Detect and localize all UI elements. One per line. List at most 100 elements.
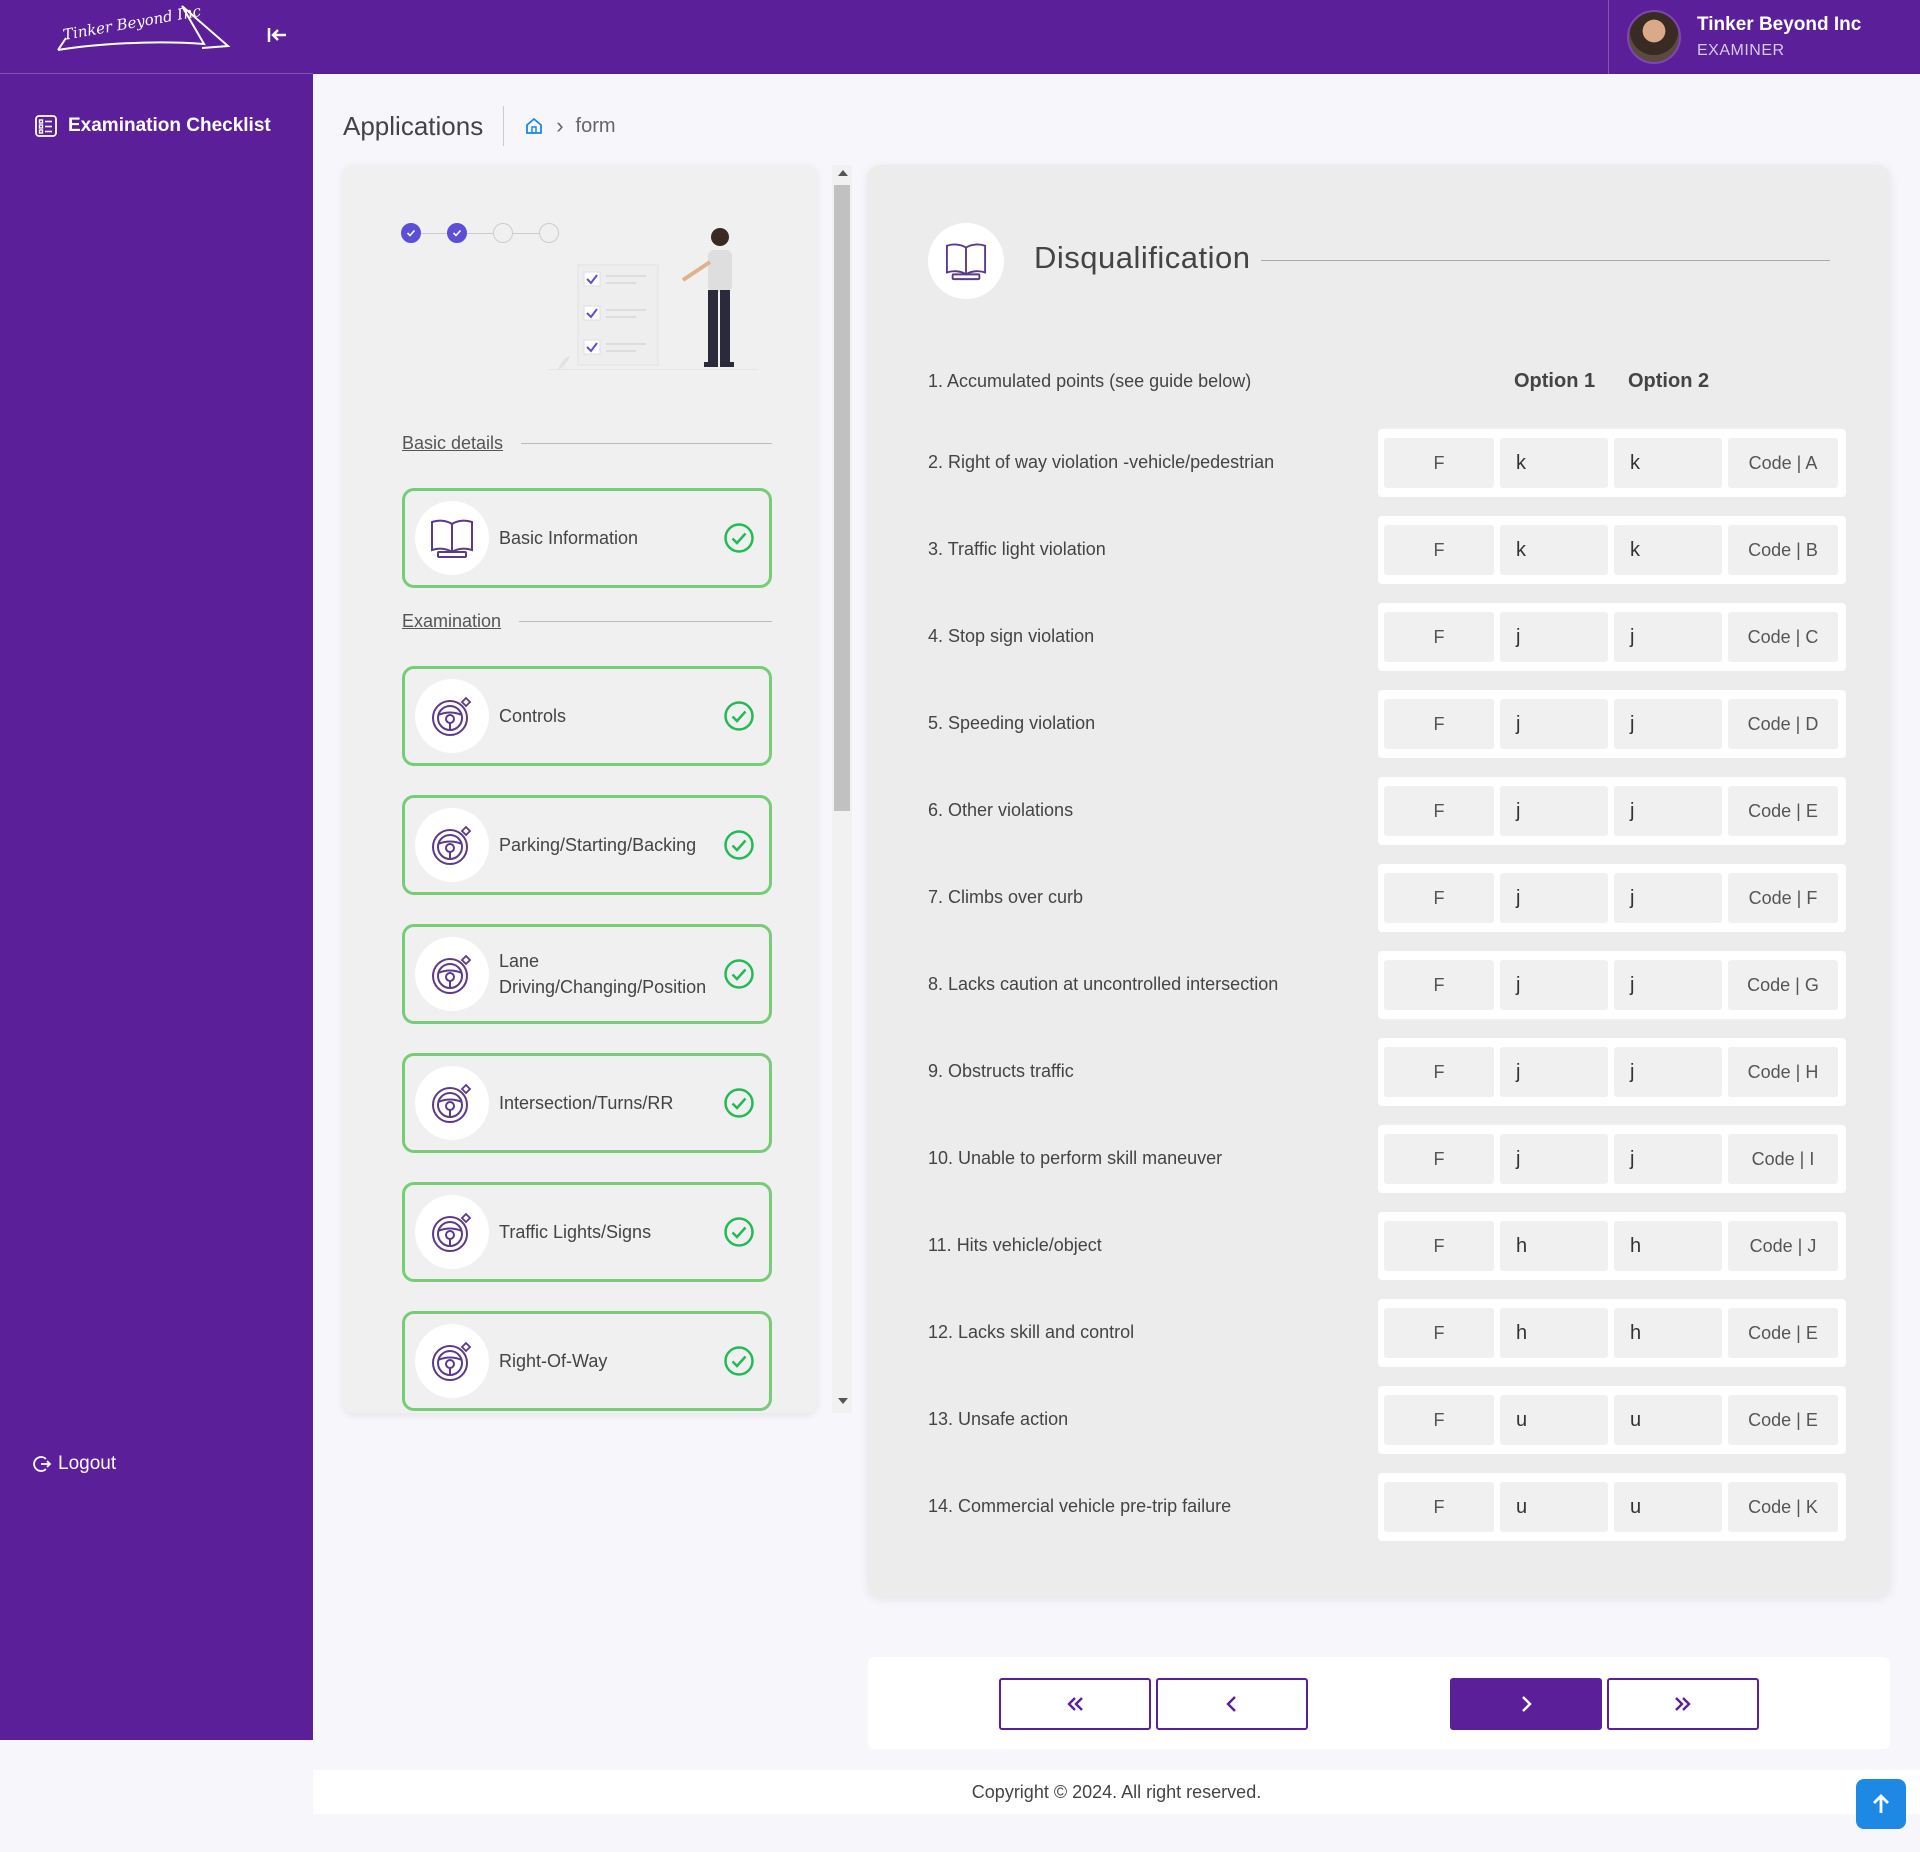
step-icon-wrap: [415, 1195, 489, 1269]
scroll-to-top-button[interactable]: [1856, 1779, 1906, 1829]
violation-code: Code | K: [1728, 1482, 1838, 1532]
logout-icon: [33, 1456, 52, 1472]
sidebar-header: Tinker Beyond Inc: [0, 0, 313, 74]
sidebar-item-examination-checklist[interactable]: Examination Checklist: [34, 114, 271, 138]
section-examination: Examination: [402, 611, 772, 632]
fail-mark-cell[interactable]: F: [1384, 960, 1494, 1010]
step-icon-wrap: [415, 1066, 489, 1140]
step-intersection-turns-rr[interactable]: Intersection/Turns/RR: [402, 1053, 772, 1153]
option-1-input[interactable]: u: [1500, 1482, 1608, 1532]
step-icon-wrap: [415, 808, 489, 882]
option-2-input[interactable]: u: [1614, 1482, 1722, 1532]
step-label: Intersection/Turns/RR: [499, 1093, 674, 1113]
option-2-input[interactable]: j: [1614, 1134, 1722, 1184]
previous-page-button[interactable]: [1156, 1678, 1308, 1730]
brand-logo[interactable]: Tinker Beyond Inc: [54, 0, 234, 60]
collapse-left-icon: [267, 28, 286, 42]
violation-label: 2. Right of way violation -vehicle/pedes…: [928, 452, 1275, 472]
form-title: Disqualification: [1034, 240, 1251, 275]
option-1-input[interactable]: j: [1500, 699, 1608, 749]
home-icon[interactable]: [524, 116, 544, 136]
avatar: [1627, 10, 1681, 64]
scroll-down-arrow-icon[interactable]: [838, 1398, 848, 1404]
user-menu[interactable]: Tinker Beyond Inc EXAMINER: [1608, 0, 1920, 74]
breadcrumb: Applications › form: [343, 106, 616, 146]
step-label: Right-Of-Way: [499, 1351, 608, 1371]
step-parking-starting-backing[interactable]: Parking/Starting/Backing: [402, 795, 772, 895]
fail-mark-cell[interactable]: F: [1384, 438, 1494, 488]
option-2-input[interactable]: j: [1614, 786, 1722, 836]
option-2-input[interactable]: h: [1614, 1308, 1722, 1358]
option-1-input[interactable]: j: [1500, 873, 1608, 923]
fail-mark-cell[interactable]: F: [1384, 612, 1494, 662]
last-page-button[interactable]: [1607, 1678, 1759, 1730]
scrollbar-thumb[interactable]: [834, 185, 850, 811]
step-traffic-lights-signs[interactable]: Traffic Lights/Signs: [402, 1182, 772, 1282]
option-1-input[interactable]: h: [1500, 1308, 1608, 1358]
step-icon-wrap: [415, 937, 489, 1011]
progress-step-done: [401, 223, 421, 243]
chevron-left-icon: [1226, 1696, 1236, 1712]
fail-mark-cell[interactable]: F: [1384, 1395, 1494, 1445]
step-label: Basic Information: [499, 528, 639, 548]
violation-label: 13. Unsafe action: [928, 1409, 1069, 1429]
option-1-input[interactable]: j: [1500, 1047, 1608, 1097]
collapse-sidebar-button[interactable]: [262, 20, 292, 50]
step-icon-wrap: [415, 501, 489, 575]
scroll-up-arrow-icon[interactable]: [838, 170, 848, 176]
option-2-input[interactable]: j: [1614, 612, 1722, 662]
violation-row: Fj j Code | E: [1378, 777, 1846, 845]
progress-indicator: [401, 223, 559, 243]
option-1-input[interactable]: u: [1500, 1395, 1608, 1445]
fail-mark-cell[interactable]: F: [1384, 786, 1494, 836]
user-name: Tinker Beyond Inc: [1697, 14, 1862, 35]
option-2-input[interactable]: k: [1614, 525, 1722, 575]
violation-label: 7. Climbs over curb: [928, 887, 1084, 907]
violation-code: Code | D: [1728, 699, 1838, 749]
fail-mark-cell[interactable]: F: [1384, 1047, 1494, 1097]
option-2-input[interactable]: h: [1614, 1221, 1722, 1271]
option-1-input[interactable]: h: [1500, 1221, 1608, 1271]
copyright-text: Copyright © 2024. All right reserved.: [971, 1782, 1262, 1802]
step-label: Parking/Starting/Backing: [499, 835, 697, 855]
step-right-of-way[interactable]: Right-Of-Way: [402, 1311, 772, 1411]
violation-row: Fj j Code | G: [1378, 951, 1846, 1019]
violation-label: 10. Unable to perform skill maneuver: [928, 1148, 1223, 1168]
fail-mark-cell[interactable]: F: [1384, 699, 1494, 749]
violation-label: 3. Traffic light violation: [928, 539, 1106, 559]
title-divider: [1261, 260, 1830, 261]
first-page-button[interactable]: [999, 1678, 1151, 1730]
option-2-input[interactable]: j: [1614, 1047, 1722, 1097]
fail-mark-cell[interactable]: F: [1384, 1482, 1494, 1532]
option-2-input[interactable]: k: [1614, 438, 1722, 488]
steering-wheel-icon: [432, 825, 472, 865]
option-1-input[interactable]: k: [1500, 438, 1608, 488]
violation-row: Fj j Code | D: [1378, 690, 1846, 758]
fail-mark-cell[interactable]: F: [1384, 1134, 1494, 1184]
steering-wheel-icon: [432, 1083, 472, 1123]
option-1-input[interactable]: j: [1500, 786, 1608, 836]
fail-mark-cell[interactable]: F: [1384, 525, 1494, 575]
step-lane-driving[interactable]: Lane Driving/Changing/Position: [402, 924, 772, 1024]
option-2-input[interactable]: j: [1614, 960, 1722, 1010]
option-2-input[interactable]: u: [1614, 1395, 1722, 1445]
option-1-input[interactable]: j: [1500, 960, 1608, 1010]
footer: Copyright © 2024. All right reserved.: [313, 1770, 1920, 1814]
step-controls[interactable]: Controls: [402, 666, 772, 766]
user-info: Tinker Beyond Inc EXAMINER: [1697, 14, 1861, 60]
fail-mark-cell[interactable]: F: [1384, 1308, 1494, 1358]
option-1-input[interactable]: k: [1500, 525, 1608, 575]
violation-code: Code | I: [1728, 1134, 1838, 1184]
violation-code: Code | A: [1728, 438, 1838, 488]
fail-mark-cell[interactable]: F: [1384, 873, 1494, 923]
option-1-input[interactable]: j: [1500, 612, 1608, 662]
pagination-bar: [868, 1657, 1890, 1749]
option-2-input[interactable]: j: [1614, 699, 1722, 749]
option-1-input[interactable]: j: [1500, 1134, 1608, 1184]
fail-mark-cell[interactable]: F: [1384, 1221, 1494, 1271]
option-2-input[interactable]: j: [1614, 873, 1722, 923]
step-basic-information[interactable]: Basic Information: [402, 488, 772, 588]
form-icon-wrap: [928, 223, 1004, 299]
next-page-button[interactable]: [1450, 1678, 1602, 1730]
logout-button[interactable]: Logout: [32, 1453, 116, 1475]
